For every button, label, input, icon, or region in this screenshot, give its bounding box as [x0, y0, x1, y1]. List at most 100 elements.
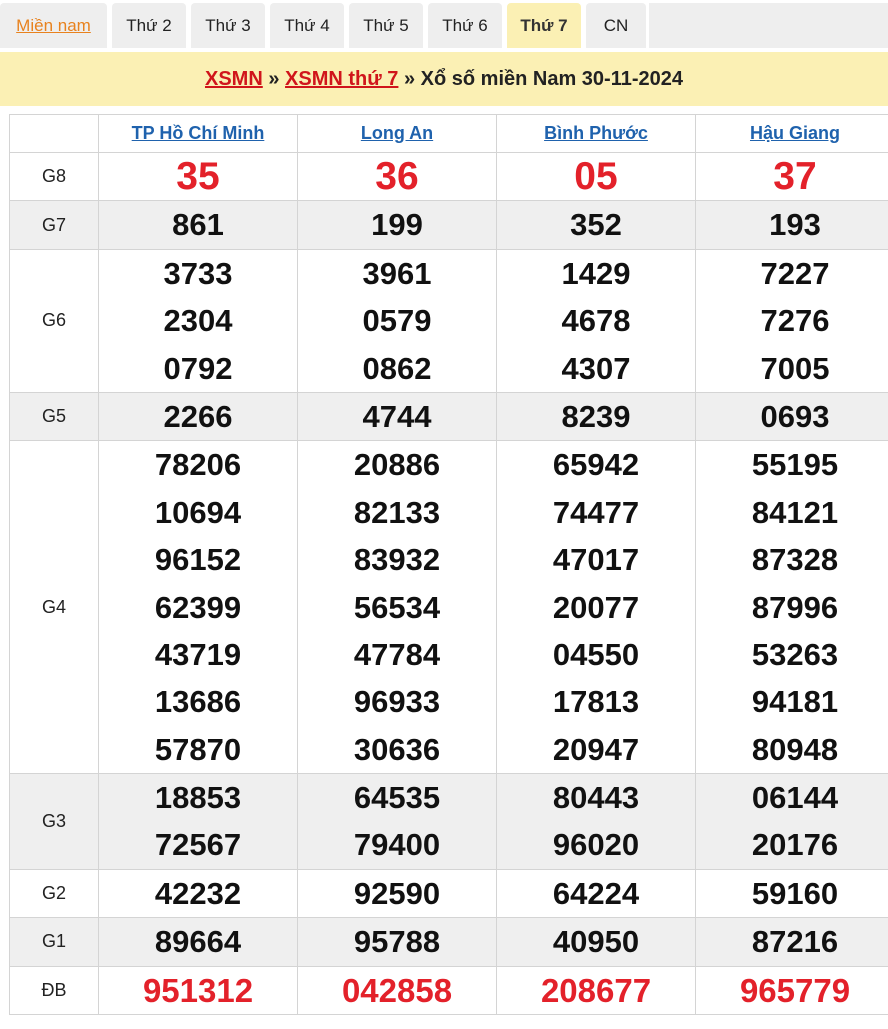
prize-number: 8239	[561, 398, 631, 434]
prize-row-g2: G2 42232 92590 64224 59160	[9, 868, 888, 919]
prize-row-g6: G6 3733 2304 0792 3961 0579 0862 1429 4678 4307 72…	[9, 248, 888, 393]
prize-label: ĐB	[9, 965, 99, 1016]
prize-cell: 64535 79400	[297, 773, 497, 870]
tab-mien-nam[interactable]: Miền nam	[0, 3, 107, 48]
prize-cell: 965779	[695, 965, 888, 1016]
prize-label: G3	[9, 773, 99, 870]
prize-cell: 0693	[695, 391, 888, 442]
prize-cell: 42232	[98, 868, 298, 919]
tab-thu-7[interactable]: Thứ 7	[507, 3, 581, 48]
prize-number: 47017	[552, 542, 640, 578]
prize-number: 83932	[353, 542, 441, 578]
province-link-binh-phuoc[interactable]: Bình Phước	[544, 123, 648, 143]
prize-number: 78206	[154, 447, 242, 483]
prize-number: 0693	[760, 398, 830, 434]
prize-number: 04550	[552, 636, 640, 672]
prize-number: 96020	[552, 827, 640, 863]
prize-cell: 92590	[297, 868, 497, 919]
prize-number: 74477	[552, 494, 640, 530]
prize-cell: 78206 10694 96152 62399 43719 13686 57870	[98, 440, 298, 775]
prize-number: 55195	[751, 447, 839, 483]
prize-cell: 20886 82133 83932 56534 47784 96933 30636	[297, 440, 497, 775]
prize-number: 47784	[353, 636, 441, 672]
tab-thu-6[interactable]: Thứ 6	[428, 3, 502, 48]
province-header: Hậu Giang	[695, 114, 888, 153]
prize-number: 64535	[353, 780, 441, 816]
prize-number: 951312	[142, 971, 254, 1009]
prize-number: 4678	[561, 303, 631, 339]
prize-number: 042858	[341, 971, 453, 1009]
prize-number: 80443	[552, 780, 640, 816]
province-link-hau-giang[interactable]: Hậu Giang	[750, 123, 840, 143]
prize-cell: 06144 20176	[695, 773, 888, 870]
prize-number: 4744	[362, 398, 432, 434]
prize-number: 82133	[353, 494, 441, 530]
prize-number: 87996	[751, 589, 839, 625]
prize-number: 43719	[154, 636, 242, 672]
tab-thu-5[interactable]: Thứ 5	[349, 3, 423, 48]
prize-row-db: ĐB 951312 042858 208677 965779	[9, 965, 888, 1016]
prize-cell: 80443 96020	[496, 773, 696, 870]
province-link-long-an[interactable]: Long An	[361, 123, 433, 143]
prize-number: 2304	[163, 303, 233, 339]
prize-number: 20077	[552, 589, 640, 625]
prize-number: 42232	[154, 875, 242, 911]
province-link-tp-ho-chi-minh[interactable]: TP Hồ Chí Minh	[132, 123, 265, 143]
prize-number: 89664	[154, 924, 242, 960]
prize-cell: 3733 2304 0792	[98, 248, 298, 393]
tab-bar-filler	[649, 3, 888, 48]
page-title: XSMN » XSMN thứ 7 » Xổ số miền Nam 30-11…	[0, 52, 888, 106]
prize-number: 64224	[552, 875, 640, 911]
tab-cn[interactable]: CN	[586, 3, 646, 48]
province-header-row: TP Hồ Chí Minh Long An Bình Phước Hậu Gi…	[9, 114, 888, 153]
prize-cell: 95788	[297, 917, 497, 967]
prize-number: 2266	[163, 398, 233, 434]
prize-number: 96152	[154, 542, 242, 578]
results-body: G8 35 36 05 37 G7 861 199 352 193 G6 3733 2304 0792 39…	[9, 151, 888, 1016]
prize-number: 193	[769, 207, 821, 243]
prize-cell: 1429 4678 4307	[496, 248, 696, 393]
prize-cell: 352	[496, 200, 696, 250]
prize-number: 3961	[362, 255, 432, 291]
breadcrumb-separator: »	[262, 68, 286, 90]
prize-cell: 4744	[297, 391, 497, 442]
prize-number: 4307	[561, 350, 631, 386]
prize-number: 53263	[751, 636, 839, 672]
day-tab-bar: Miền nam Thứ 2 Thứ 3 Thứ 4 Thứ 5 Thứ 6 T…	[0, 0, 888, 50]
prize-cell: 199	[297, 200, 497, 250]
prize-number: 0579	[362, 303, 432, 339]
prize-row-g8: G8 35 36 05 37	[9, 151, 888, 202]
prize-cell: 208677	[496, 965, 696, 1016]
tab-thu-4[interactable]: Thứ 4	[270, 3, 344, 48]
prize-number: 7276	[760, 303, 830, 339]
prize-number: 20886	[353, 447, 441, 483]
prize-cell: 2266	[98, 391, 298, 442]
tab-thu-2[interactable]: Thứ 2	[112, 3, 186, 48]
prize-cell: 55195 84121 87328 87996 53263 94181 80948	[695, 440, 888, 775]
province-header: Long An	[297, 114, 497, 153]
prize-number: 87328	[751, 542, 839, 578]
prize-cell: 7227 7276 7005	[695, 248, 888, 393]
tab-thu-3[interactable]: Thứ 3	[191, 3, 265, 48]
breadcrumb-xsmn-thu-7-link[interactable]: XSMN thứ 7	[285, 68, 398, 90]
prize-cell: 18853 72567	[98, 773, 298, 870]
prize-number: 7227	[760, 255, 830, 291]
prize-number: 20176	[751, 827, 839, 863]
prize-row-g7: G7 861 199 352 193	[9, 200, 888, 250]
lottery-results-table: TP Hồ Chí Minh Long An Bình Phước Hậu Gi…	[9, 114, 888, 1016]
prize-number: 3733	[163, 255, 233, 291]
prize-cell: 861	[98, 200, 298, 250]
prize-number: 1429	[561, 255, 631, 291]
breadcrumb-xsmn-link[interactable]: XSMN	[205, 68, 263, 90]
prize-number: 30636	[353, 731, 441, 767]
prize-row-g3: G3 18853 72567 64535 79400 80443 96020 06144 201…	[9, 773, 888, 870]
prize-cell: 951312	[98, 965, 298, 1016]
province-header: Bình Phước	[496, 114, 696, 153]
prize-cell: 35	[98, 151, 298, 202]
prize-label: G5	[9, 391, 99, 442]
province-header: TP Hồ Chí Minh	[98, 114, 298, 153]
prize-number: 40950	[552, 924, 640, 960]
prize-cell: 193	[695, 200, 888, 250]
prize-number: 79400	[353, 827, 441, 863]
prize-label: G4	[9, 440, 99, 775]
